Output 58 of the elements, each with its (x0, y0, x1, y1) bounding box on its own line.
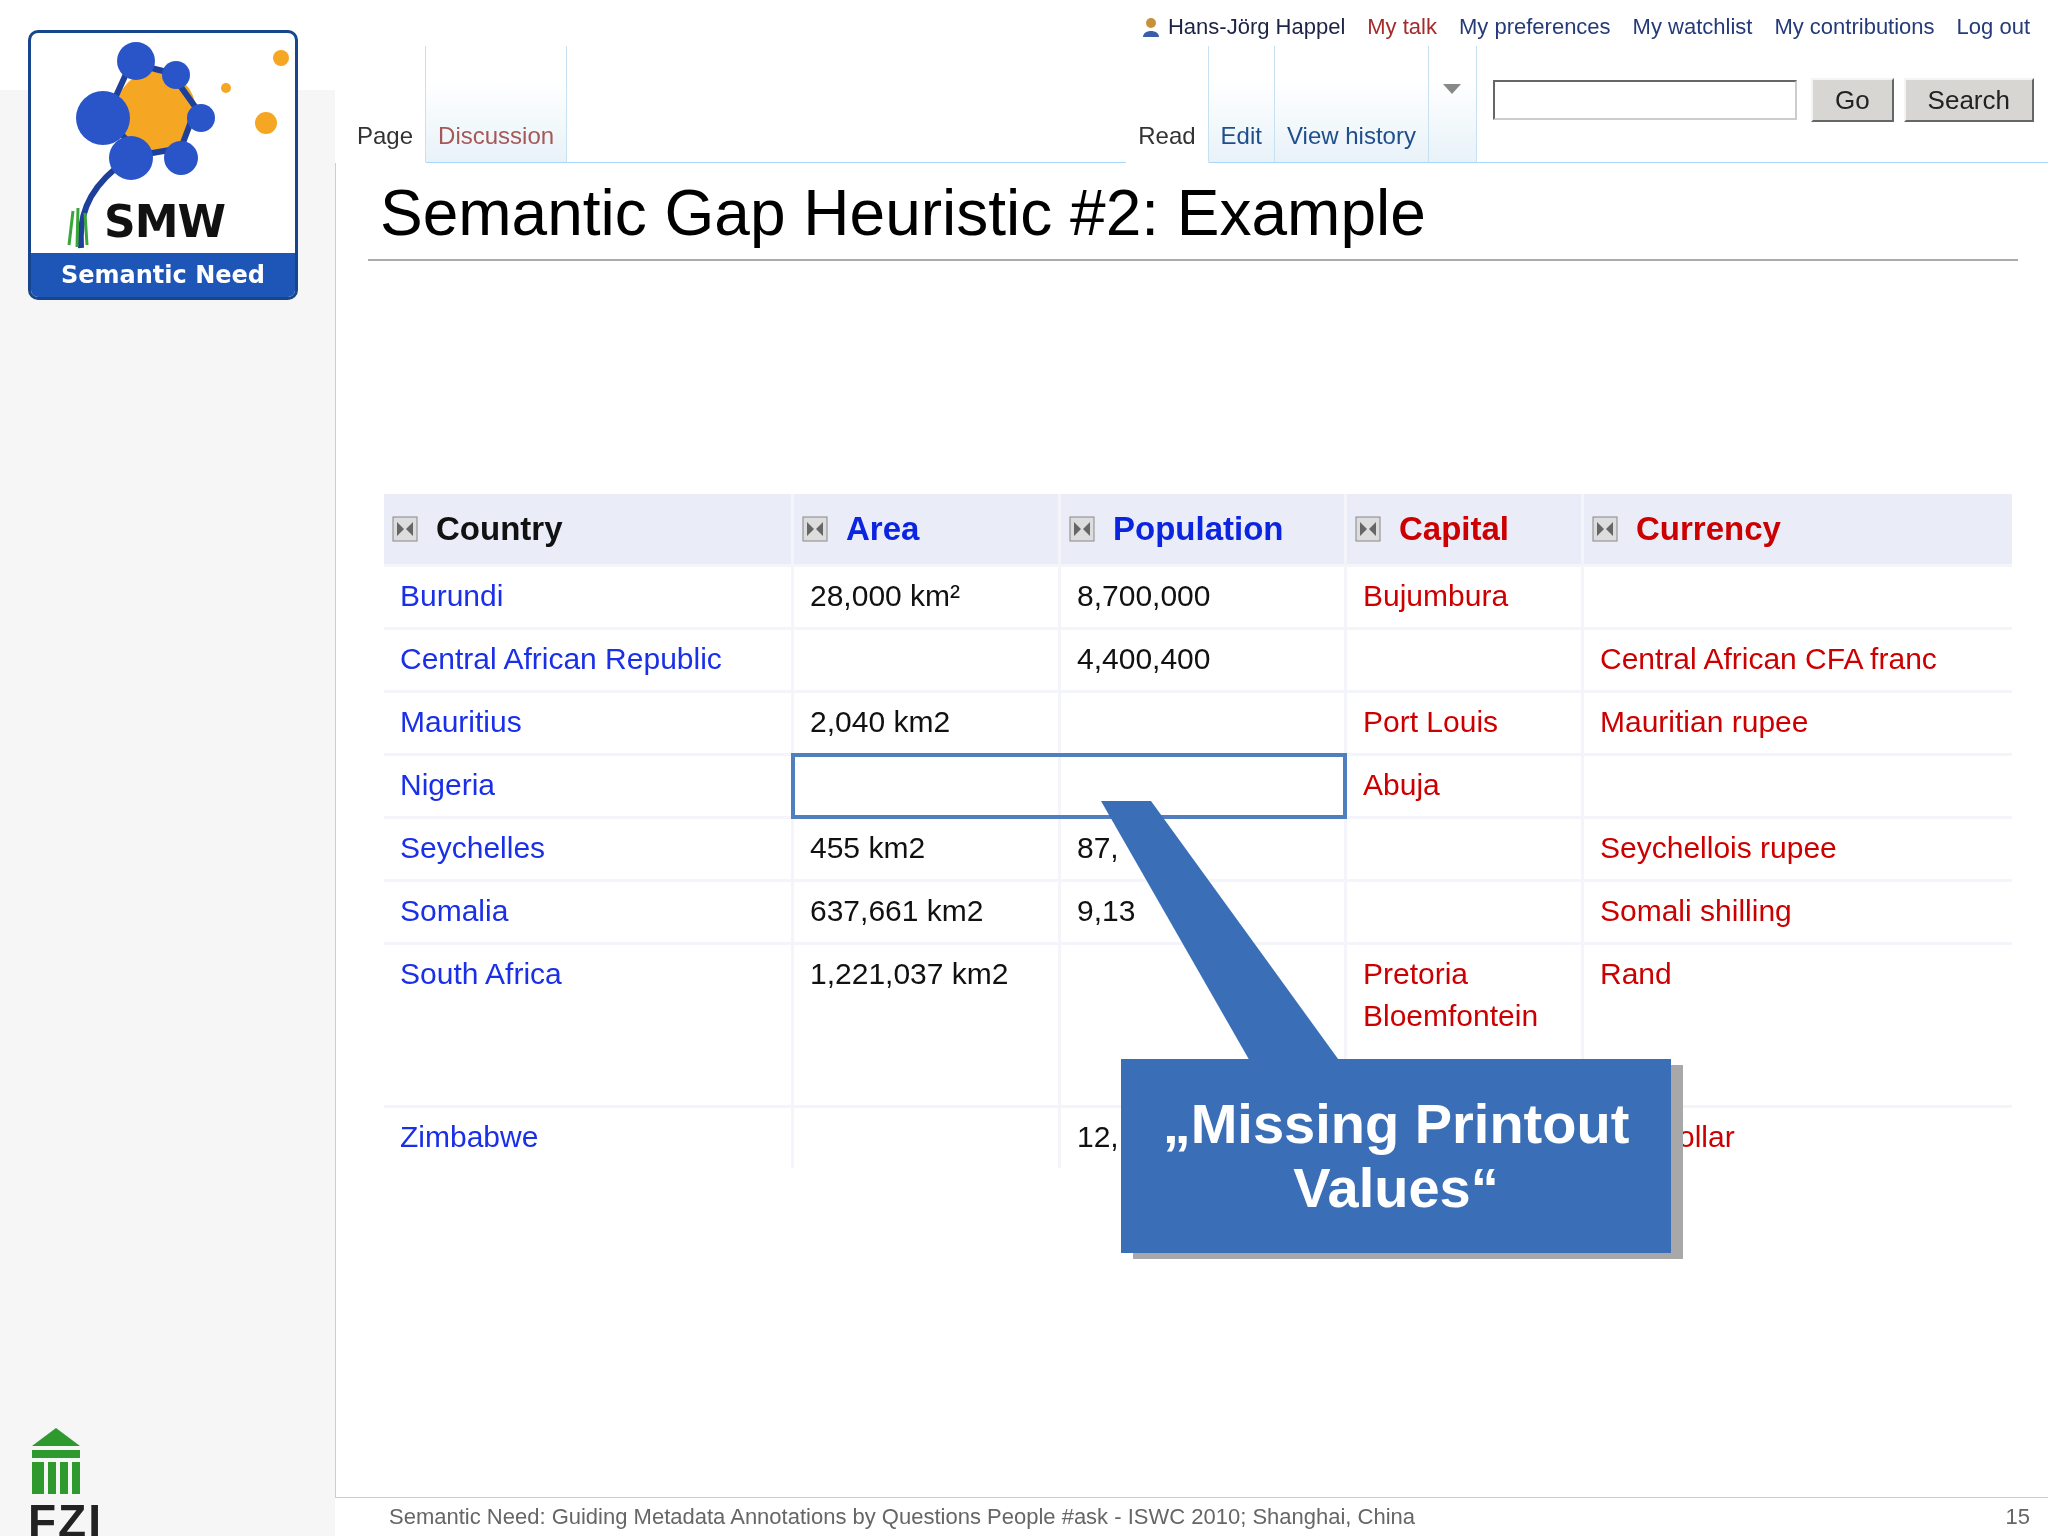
cell-link[interactable]: Pretoria (1363, 952, 1469, 995)
cell-link[interactable]: Central African CFA franc (1600, 637, 1937, 680)
cell-link[interactable]: Bujumbura (1363, 574, 1509, 617)
search-button[interactable]: Search (1903, 78, 2034, 122)
slide-footer: Semantic Need: Guiding Metadata Annotations by Questions People #ask - ISWC 2010; Shanghai, China (389, 1504, 1416, 1530)
user-link[interactable]: My contributions (1774, 14, 1935, 40)
logo-mark: SMW (104, 196, 225, 247)
page-title: Semantic Gap Heuristic #2: Example (368, 177, 2018, 261)
dropdown-caret-icon[interactable] (1443, 84, 1462, 94)
sort-icon[interactable] (392, 515, 418, 542)
column-header[interactable]: Country (384, 493, 791, 564)
sort-icon[interactable] (1592, 515, 1618, 542)
cell-link[interactable]: Seychellois rupee (1600, 826, 1837, 869)
search-field[interactable] (1492, 80, 1797, 120)
sort-icon[interactable] (1355, 515, 1381, 542)
user-link[interactable]: My talk (1367, 14, 1437, 40)
cell-link[interactable]: Abuja (1363, 763, 1440, 806)
user-icon (1142, 17, 1160, 37)
cell-value: 8,700,000 (1077, 577, 1211, 614)
page-tab[interactable]: Discussion (426, 46, 568, 163)
user-link[interactable]: Hans-Jörg Happel (1142, 14, 1346, 40)
cell-link[interactable]: Mauritius (400, 700, 522, 743)
site-logo[interactable]: SMW Semantic Need (28, 30, 298, 300)
column-header[interactable]: Population (1061, 493, 1344, 564)
logo-caption: Semantic Need (31, 253, 295, 297)
cell-link[interactable]: Seychelles (400, 826, 546, 869)
user-link[interactable]: My watchlist (1632, 14, 1753, 40)
cell-value: 28,000 km² (810, 577, 961, 614)
cell-link[interactable]: South Africa (400, 952, 562, 995)
cell-value: 637,661 km2 (810, 892, 984, 929)
cell-link[interactable]: Somalia (400, 889, 509, 932)
cell-value: 2,040 km2 (810, 703, 951, 740)
cell-link[interactable]: Central African Republic (400, 637, 722, 680)
user-link[interactable]: Log out (1956, 14, 2030, 40)
cell-value: 455 km2 (810, 829, 926, 866)
cell-link[interactable]: Burundi (400, 574, 504, 617)
column-header[interactable]: Area (794, 493, 1058, 564)
cell-value: 9,13 (1077, 892, 1136, 929)
cell-link[interactable]: Port Louis (1363, 700, 1499, 743)
cell-link[interactable]: Zimbabwe (400, 1115, 539, 1158)
cell-link[interactable]: Somali shilling (1600, 889, 1792, 932)
cell-link[interactable]: Rand (1600, 952, 1672, 995)
cell-link[interactable]: Mauritian rupee (1600, 700, 1809, 743)
view-tab[interactable]: Edit (1208, 46, 1275, 163)
user-link[interactable]: My preferences (1459, 14, 1611, 40)
cell-link[interactable]: Bloemfontein (1363, 994, 1539, 1037)
sort-icon[interactable] (802, 515, 828, 542)
column-header[interactable]: Currency (1584, 493, 2012, 564)
cell-value: 1,221,037 km2 (810, 955, 1009, 992)
sort-icon[interactable] (1069, 515, 1095, 542)
cell-link[interactable]: Nigeria (400, 763, 496, 806)
column-header[interactable]: Capital (1347, 493, 1581, 564)
cell-value: 12, (1077, 1118, 1119, 1155)
cell-value: 87, (1077, 829, 1119, 866)
view-tab[interactable]: View history (1274, 46, 1429, 163)
cell-value: 4,400,400 (1077, 640, 1211, 677)
search-button[interactable]: Go (1810, 78, 1894, 122)
page-number: 15 (2005, 1504, 2030, 1530)
